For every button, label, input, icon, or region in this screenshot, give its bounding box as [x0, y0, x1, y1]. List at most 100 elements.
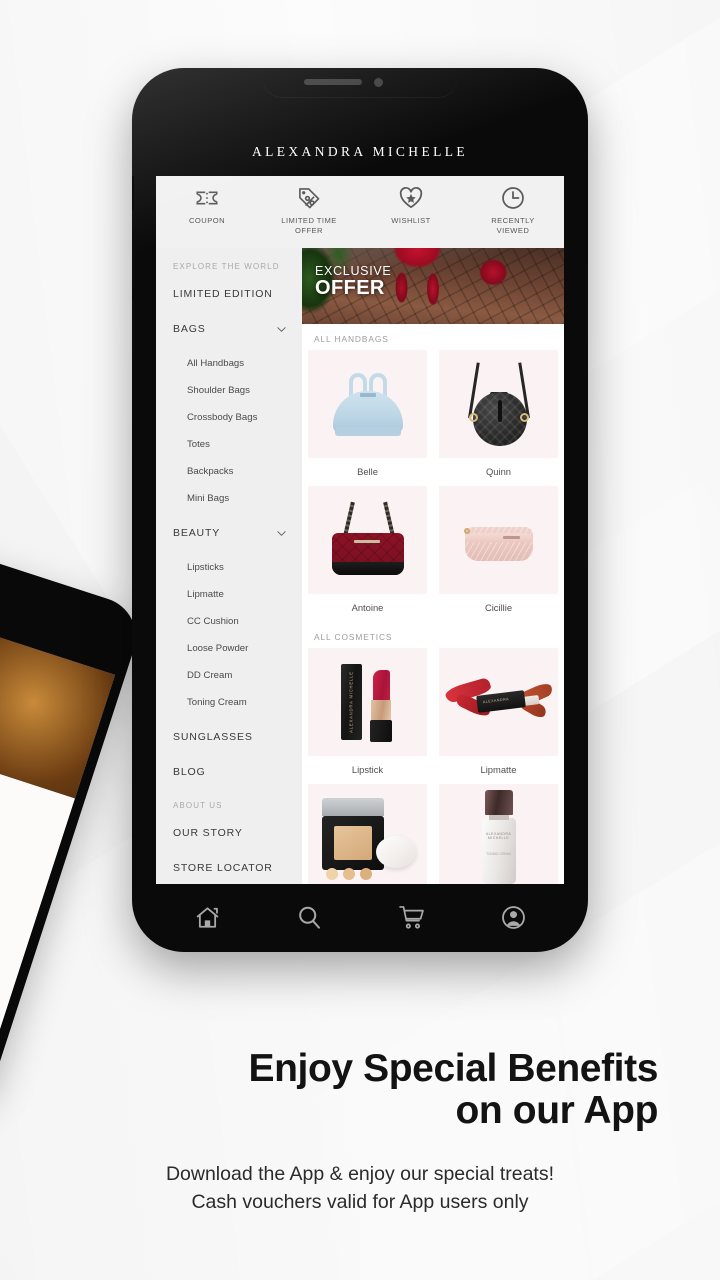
clock-icon: [500, 185, 526, 211]
product-tile[interactable]: Belle: [302, 350, 433, 486]
sidebar-item-label: BEAUTY: [173, 527, 221, 539]
volume-down-button[interactable]: [132, 300, 134, 358]
volume-up-button[interactable]: [132, 230, 134, 288]
product-image: [308, 784, 427, 884]
banner-line-2: OFFER: [315, 277, 385, 299]
product-tile[interactable]: CC Cushion: [302, 784, 433, 884]
sidebar-item-lipmatte[interactable]: Lipmatte: [156, 589, 302, 600]
chevron-down-icon: [277, 530, 286, 536]
product-tile[interactable]: Antoine: [302, 486, 433, 622]
sidebar-item-loose-powder[interactable]: Loose Powder: [156, 643, 302, 654]
lipstick-art: ALEXANDRA MICHELLE: [333, 656, 403, 748]
mute-switch[interactable]: [132, 176, 134, 210]
sidebar-item-our-story[interactable]: OUR STORY: [156, 827, 302, 839]
product-tile[interactable]: ALEXANDRA Lipmatte: [433, 648, 564, 784]
product-image: [308, 350, 427, 458]
cicillie-bag-art: [457, 513, 541, 567]
sidebar-item-store-locator[interactable]: STORE LOCATOR: [156, 862, 302, 874]
product-name: Belle: [357, 466, 378, 477]
app-bottom-nav: [156, 884, 564, 950]
product-tile[interactable]: Cicillie: [433, 486, 564, 622]
nav-search[interactable]: [258, 904, 360, 931]
quick-action-limited-time-offer[interactable]: LIMITED TIME OFFER: [258, 185, 360, 235]
lipstick-tube-text: ALEXANDRA MICHELLE: [348, 671, 354, 733]
product-name: Lipstick: [351, 764, 384, 775]
coupon-icon: [194, 185, 220, 211]
sidebar-item-cc-cushion[interactable]: CC Cushion: [156, 616, 302, 627]
sidebar-item-label: OUR STORY: [173, 827, 243, 839]
sidebar-item-limited-edition[interactable]: LIMITED EDITION: [156, 288, 302, 300]
poster-canvas: ALEXANDRA MICHELLE COUPON LIMITED TIME O…: [0, 0, 720, 1280]
content-column: EXCLUSIVE OFFER ALL HANDBAGS Belle Quinn…: [302, 248, 564, 884]
cosmetics-grid: ALEXANDRA MICHELLE Lipstick ALEXANDRA Li…: [302, 648, 564, 884]
sidebar-item-crossbody-bags[interactable]: Crossbody Bags: [156, 412, 302, 423]
sidebar-item-lipsticks[interactable]: Lipsticks: [156, 562, 302, 573]
sidebar-item-beauty[interactable]: BEAUTY: [156, 527, 302, 539]
sidebar-item-all-handbags[interactable]: All Handbags: [156, 358, 302, 369]
sidebar-item-dd-cream[interactable]: DD Cream: [156, 670, 302, 681]
sidebar-item-backpacks[interactable]: Backpacks: [156, 466, 302, 477]
nav-account[interactable]: [462, 904, 564, 931]
quinn-bag-art: [456, 360, 542, 448]
search-icon: [298, 906, 320, 929]
chevron-down-icon: [277, 326, 286, 332]
power-button[interactable]: [586, 264, 588, 344]
nav-home[interactable]: [156, 904, 258, 931]
product-image: [439, 486, 558, 594]
product-image: ALEXANDRA MICHELLE: [308, 648, 427, 756]
primary-phone-mockup: ALEXANDRA MICHELLE COUPON LIMITED TIME O…: [132, 68, 588, 952]
product-image: [308, 486, 427, 594]
sidebar-item-label: BLOG: [173, 766, 206, 778]
nav-cart[interactable]: [360, 904, 462, 931]
product-tile[interactable]: ALEXANDRA MICHELLE Lipstick: [302, 648, 433, 784]
belle-bag-art: [329, 367, 407, 441]
secondary-phone-screen: [0, 603, 116, 1029]
sidebar-item-totes[interactable]: Totes: [156, 439, 302, 450]
quick-action-label: WISHLIST: [391, 216, 431, 225]
quick-action-recently-viewed[interactable]: RECENTLY VIEWED: [462, 185, 564, 235]
sidebar-item-sunglasses[interactable]: SUNGLASSES: [156, 731, 302, 743]
sidebar-item-toning-cream[interactable]: Toning Cream: [156, 697, 302, 708]
category-sidebar: EXPLORE THE WORLD LIMITED EDITION BAGS A…: [156, 248, 302, 884]
sidebar-item-shoulder-bags[interactable]: Shoulder Bags: [156, 385, 302, 396]
toning-cream-art: ALEXANDRA MICHELLE TONING CREAM: [472, 790, 526, 884]
product-image: ALEXANDRA MICHELLE TONING CREAM: [439, 784, 558, 884]
exclusive-offer-banner[interactable]: EXCLUSIVE OFFER: [302, 248, 564, 324]
poster-subcopy: Download the App & enjoy our special tre…: [40, 1160, 680, 1217]
banner-text: EXCLUSIVE OFFER: [315, 264, 391, 299]
quick-action-row: COUPON LIMITED TIME OFFER WISHLIST RECEN…: [156, 176, 564, 248]
sidebar-item-label: BAGS: [173, 323, 206, 335]
cc-cushion-art: [316, 794, 420, 882]
secondary-phone-mockup: [0, 534, 147, 1106]
quick-action-label: RECENTLY VIEWED: [491, 216, 535, 235]
quick-action-wishlist[interactable]: WISHLIST: [360, 185, 462, 226]
section-label-handbags: ALL HANDBAGS: [314, 334, 389, 344]
sidebar-item-label: STORE LOCATOR: [173, 862, 273, 874]
heart-star-icon: [398, 185, 424, 211]
antoine-bag-art: [324, 499, 412, 581]
product-image: [439, 350, 558, 458]
sidebar-eyebrow-about: ABOUT US: [173, 801, 223, 810]
quick-action-label: COUPON: [188, 216, 226, 225]
banner-line-1: EXCLUSIVE: [315, 264, 392, 278]
product-name: Lipmatte: [480, 764, 517, 775]
product-name: Antoine: [351, 602, 384, 613]
lipmatte-tube-text: ALEXANDRA: [482, 697, 509, 705]
handbags-grid: Belle Quinn Antoine Cicillie: [302, 350, 564, 622]
lipmatte-art: ALEXANDRA: [443, 665, 555, 739]
sidebar-item-mini-bags[interactable]: Mini Bags: [156, 493, 302, 504]
sidebar-item-bags[interactable]: BAGS: [156, 323, 302, 335]
home-icon: [196, 906, 218, 928]
subcopy-line-1: Download the App & enjoy our special tre…: [165, 1163, 555, 1185]
toning-bottle-text-2: TONING CREAM: [486, 852, 511, 856]
quick-action-coupon[interactable]: COUPON: [156, 185, 258, 226]
price-tag-percent-icon: [296, 185, 322, 211]
brand-title: ALEXANDRA MICHELLE: [251, 144, 469, 159]
account-icon: [501, 905, 525, 929]
headline-line-1: Enjoy Special Benefits: [248, 1047, 659, 1090]
product-tile[interactable]: Quinn: [433, 350, 564, 486]
sidebar-item-blog[interactable]: BLOG: [156, 766, 302, 778]
phone-screen: COUPON LIMITED TIME OFFER WISHLIST RECEN…: [156, 176, 564, 884]
product-tile[interactable]: ALEXANDRA MICHELLE TONING CREAM Toning C…: [433, 784, 564, 884]
